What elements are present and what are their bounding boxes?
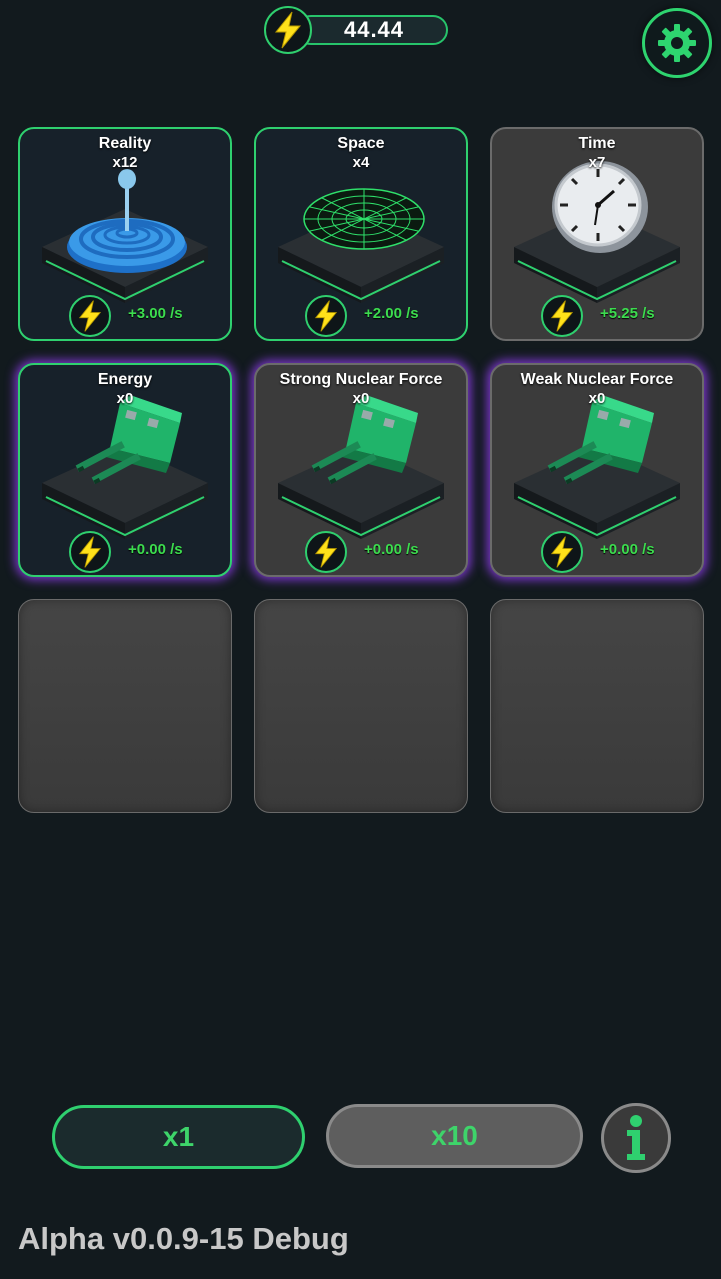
- card-name: Energy: [97, 371, 153, 388]
- card-time[interactable]: Time x7 +5.25 /s: [490, 127, 704, 341]
- card-name: Reality: [98, 135, 152, 152]
- lightning-bolt-icon: [69, 295, 111, 337]
- green-turret-icon: [547, 395, 654, 485]
- empty-slot[interactable]: [18, 599, 232, 813]
- green-turret-icon: [311, 395, 418, 485]
- info-icon: [627, 1115, 645, 1160]
- space-grid-icon: [303, 188, 425, 250]
- lightning-bolt-icon: [305, 531, 347, 573]
- info-button[interactable]: [601, 1103, 671, 1173]
- lightning-bolt-icon: [541, 295, 583, 337]
- card-space[interactable]: Space x4 +2.00 /s: [254, 127, 468, 341]
- card-reality[interactable]: Reality x12 +3.00 /s: [18, 127, 232, 341]
- energy-value: 44.44: [343, 17, 405, 42]
- lightning-bolt-icon: [541, 531, 583, 573]
- card-count: x7: [588, 154, 606, 171]
- card-count: x12: [112, 154, 138, 171]
- multiplier-x1-button[interactable]: x1: [52, 1105, 305, 1169]
- lightning-bolt-icon: [69, 531, 111, 573]
- green-turret-icon: [75, 395, 182, 485]
- multiplier-x10-button[interactable]: x10: [326, 1104, 583, 1168]
- card-name: Strong Nuclear Force: [279, 371, 443, 388]
- reality-ripple-icon: [67, 169, 187, 273]
- card-count: x0: [352, 390, 370, 407]
- card-weak-nuclear-force[interactable]: Weak Nuclear Force x0 +0.00 /s: [490, 363, 704, 577]
- empty-slot[interactable]: [490, 599, 704, 813]
- card-energy[interactable]: Energy x0 +0.00 /s: [18, 363, 232, 577]
- empty-slot[interactable]: [254, 599, 468, 813]
- card-name: Time: [578, 135, 616, 152]
- lightning-bolt-icon: [305, 295, 347, 337]
- card-count: x0: [116, 390, 134, 407]
- card-rate: +0.00 /s: [364, 541, 419, 558]
- version-label: Alpha v0.0.9-15 Debug: [18, 1221, 349, 1256]
- settings-button[interactable]: [642, 8, 712, 78]
- card-rate: +0.00 /s: [600, 541, 655, 558]
- card-name: Space: [337, 135, 385, 152]
- lightning-bolt-icon: [264, 6, 312, 54]
- card-rate: +3.00 /s: [128, 305, 183, 322]
- card-count: x4: [352, 154, 370, 171]
- card-strong-nuclear-force[interactable]: Strong Nuclear Force x0 +0.00 /s: [254, 363, 468, 577]
- card-name: Weak Nuclear Force: [520, 371, 674, 388]
- card-rate: +5.25 /s: [600, 305, 655, 322]
- gear-icon: [658, 24, 696, 62]
- card-count: x0: [588, 390, 606, 407]
- card-rate: +2.00 /s: [364, 305, 419, 322]
- card-rate: +0.00 /s: [128, 541, 183, 558]
